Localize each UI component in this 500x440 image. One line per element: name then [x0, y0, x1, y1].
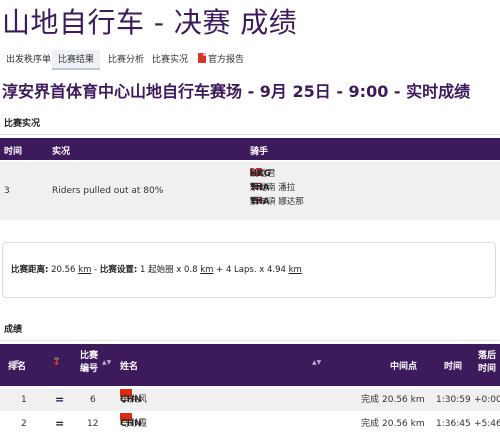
setting-rest: + 4 Laps. x 4.94 [216, 265, 286, 275]
situation-text: Riders pulled out at 80% [52, 186, 164, 196]
situation-row: 3 Riders pulled out at 80% 13HKG關皚君 9THA… [0, 162, 500, 220]
row-name: 马彩霞 [120, 419, 148, 429]
pdf-icon [198, 53, 206, 63]
col-behind: 落后 时间 [478, 351, 497, 374]
col-time: 时间 [4, 147, 23, 157]
col-situation: 实况 [52, 147, 71, 157]
distance-value: 20.56 [51, 265, 76, 275]
rider-name[interactable]: 關皚君 [250, 168, 276, 180]
distance-label: 比赛距离: [11, 265, 49, 275]
setting-value: 1 起始圈 x 0.8 [139, 265, 198, 275]
tab-analysis[interactable]: 比赛分析 [108, 50, 144, 70]
tab-results[interactable]: 比赛结果 [52, 50, 101, 70]
row-behind: +0:00 [474, 395, 500, 405]
table-row[interactable]: 1 = 6 CHN李洪风 完成 20.56 km 1:30:59 +0:00 [0, 387, 500, 411]
tab-start-list[interactable]: 出发秩序单 [6, 50, 51, 70]
situation-time: 3 [4, 186, 10, 196]
race-info-box: 比赛距离: 20.56 km - 比赛设置: 1 起始圈 x 0.8 km + … [2, 242, 496, 298]
row-bib: 12 [87, 419, 99, 429]
col-intermediate: 中间点 [390, 362, 418, 372]
setting-unit: km [288, 265, 302, 275]
sort-icon: ▲▼ [10, 359, 20, 366]
row-distance: 20.56 km [382, 395, 425, 405]
tab-bar: 出发秩序单 比赛结果 比赛分析 比赛实况 官方报告 [0, 50, 500, 70]
situation-table-header: 时间 实况 骑手 [0, 138, 500, 160]
rider-name[interactable]: 永他南 潘拉 [250, 182, 295, 194]
page-title: 山地自行车 - 决赛 成绩 [2, 6, 298, 39]
row-status: 完成 [361, 419, 380, 429]
row-name: 李洪风 [120, 395, 148, 405]
col-time: 时间 [444, 362, 463, 372]
col-bib[interactable]: 比赛 编号 [80, 350, 98, 376]
results-table-header: 排名 ▲▼ ↑ ↓ 比赛 编号 ▲▼ 姓名 ▲▼ 中间点 时间 落后 时间 [0, 344, 500, 386]
row-behind: +5:46 [474, 419, 500, 429]
row-distance: 20.56 km [382, 419, 425, 429]
distance-unit: km [78, 265, 92, 275]
row-rank: 1 [21, 395, 27, 405]
row-change: = [55, 417, 65, 430]
rider-name[interactable]: 素布須 娜达那 [250, 196, 304, 208]
tab-live[interactable]: 比赛实况 [152, 50, 188, 70]
row-time: 1:30:59 [436, 395, 471, 405]
row-bib: 6 [90, 395, 96, 405]
venue-heading: 淳安界首体育中心山地自行车赛场 - 9月 25日 - 9:00 - 实时成绩 [2, 82, 471, 101]
setting-unit: km [200, 265, 214, 275]
results-section-title: 成绩 [4, 325, 23, 335]
row-change: = [55, 393, 65, 406]
divider [0, 340, 500, 341]
tab-official-report-label: 官方报告 [208, 55, 245, 65]
tab-official-report[interactable]: 官方报告 [198, 50, 244, 70]
setting-label: 比赛设置: [99, 265, 138, 275]
race-info-text: 比赛距离: 20.56 km - 比赛设置: 1 起始圈 x 0.8 km + … [11, 263, 302, 277]
col-name[interactable]: 姓名 [120, 359, 138, 372]
col-riders: 骑手 [250, 147, 269, 157]
divider [0, 134, 500, 135]
situation-section-title: 比赛实况 [4, 119, 41, 129]
row-status: 完成 [361, 395, 380, 405]
row-rank: 2 [21, 419, 27, 429]
table-row[interactable]: 2 = 12 CHN马彩霞 完成 20.56 km 1:36:45 +5:46 [0, 411, 500, 435]
row-time: 1:36:45 [436, 419, 471, 429]
separator: - [94, 265, 98, 275]
